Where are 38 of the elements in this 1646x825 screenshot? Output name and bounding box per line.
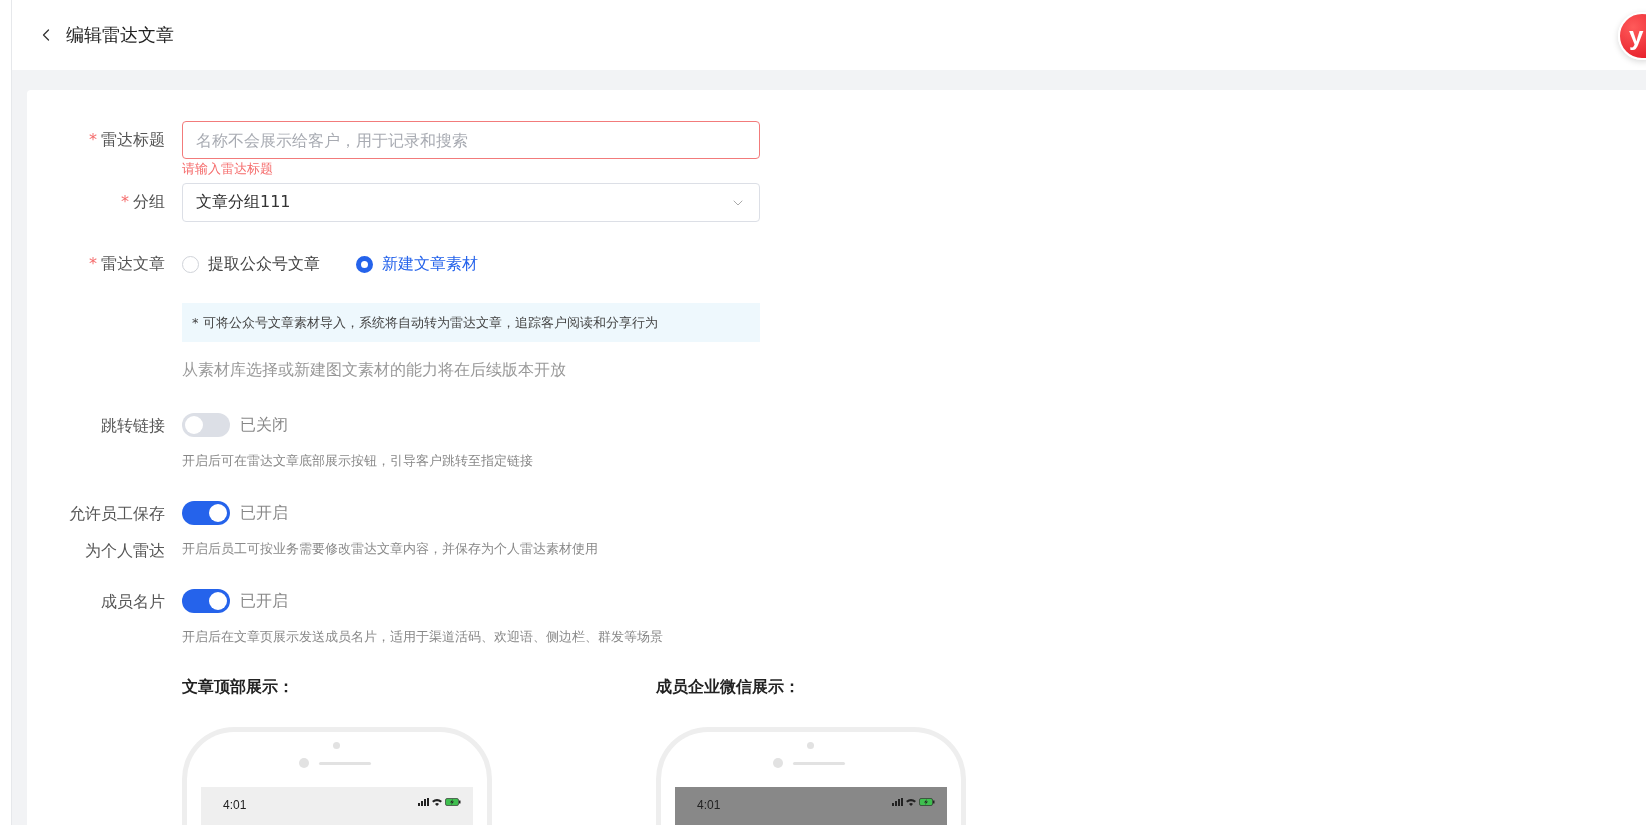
help-text: 从素材库选择或新建图文素材的能力将在后续版本开放 — [182, 359, 567, 381]
help-text: 开启后可在雷达文章底部展示按钮，引导客户跳转至指定链接 — [182, 452, 534, 470]
signal-icon — [892, 798, 903, 806]
field-label: * 雷达文章 — [88, 253, 165, 275]
toggle-switch[interactable] — [182, 501, 230, 525]
help-text: 开启后在文章页展示发送成员名片，适用于渠道活码、欢迎语、侧边栏、群发等场景 — [182, 628, 664, 646]
field-label: 跳转链接 — [100, 414, 165, 437]
camera-dot — [299, 758, 309, 768]
wifi-icon — [432, 798, 442, 806]
wifi-icon — [906, 798, 916, 806]
sensor-dot — [333, 742, 340, 749]
preview-title: 成员企业微信展示： — [656, 677, 801, 697]
title-input[interactable]: 名称不会展示给客户，用于记录和搜索 — [182, 121, 760, 159]
field-label: 允许员工保存为个人雷达 — [69, 502, 165, 559]
status-time: 4:01 — [697, 798, 721, 812]
battery-icon — [445, 798, 461, 806]
preview-title: 文章顶部展示： — [182, 677, 295, 697]
radio-option[interactable]: 新建文章素材 — [356, 253, 478, 275]
app-logo[interactable]: y — [1618, 12, 1646, 60]
camera-dot — [773, 758, 783, 768]
sensor-dot — [807, 742, 814, 749]
error-message: 请输入雷达标题 — [182, 160, 274, 178]
field-label: 成员名片 — [100, 590, 165, 613]
signal-icon — [418, 798, 429, 806]
toggle-switch[interactable] — [182, 589, 230, 613]
toggle-status: 已开启 — [240, 590, 288, 612]
page-title: 编辑雷达文章 — [66, 23, 174, 47]
help-text: 开启后员工可按业务需要修改雷达文章内容，并保存为个人雷达素材使用 — [182, 540, 599, 558]
info-notice: * 可将公众号文章素材导入，系统将自动转为雷达文章，追踪客户阅读和分享行为 — [182, 303, 760, 342]
toggle-status: 已开启 — [240, 502, 288, 524]
field-label: * 雷达标题 — [88, 129, 165, 151]
radio-option[interactable]: 提取公众号文章 — [182, 253, 320, 275]
group-select[interactable]: 文章分组111 — [182, 183, 760, 222]
toggle-switch[interactable] — [182, 413, 230, 437]
status-time: 4:01 — [223, 798, 247, 812]
toggle-status: 已关闭 — [240, 414, 288, 436]
battery-icon — [919, 798, 935, 806]
field-label: * 分组 — [120, 192, 165, 213]
